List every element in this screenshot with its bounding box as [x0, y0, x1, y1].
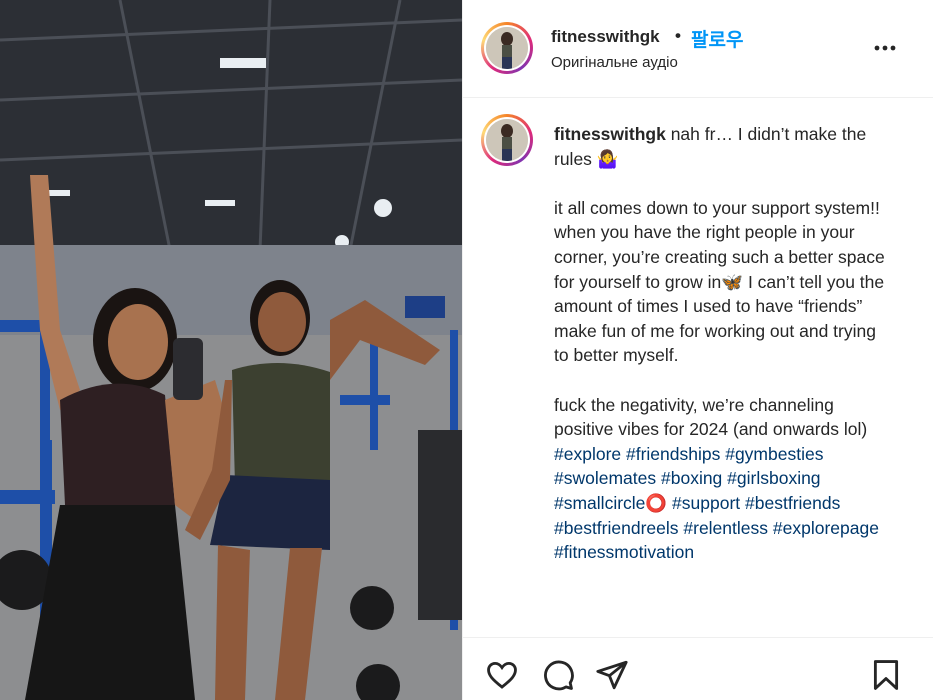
- action-bar: [463, 637, 933, 700]
- caption-username[interactable]: fitnesswithgk: [554, 124, 666, 144]
- post-panel: fitnesswithgk • 팔로우 Оригінальне аудіо fi: [462, 0, 933, 700]
- bookmark-icon[interactable]: [869, 658, 903, 692]
- caption-text: fitnesswithgk nah fr… I didn’t make the …: [554, 122, 894, 565]
- heart-icon[interactable]: [485, 658, 519, 692]
- author-username[interactable]: fitnesswithgk: [551, 27, 660, 47]
- audio-link[interactable]: Оригінальне аудіо: [551, 54, 678, 71]
- caption-avatar[interactable]: [481, 114, 533, 166]
- header-separator: •: [675, 26, 681, 45]
- post-media[interactable]: [0, 0, 462, 700]
- author-avatar[interactable]: [481, 22, 533, 74]
- share-icon[interactable]: [595, 658, 629, 692]
- avatar-photo: [486, 27, 528, 69]
- comment-icon[interactable]: [541, 658, 575, 692]
- more-options-icon[interactable]: [871, 36, 899, 60]
- avatar-photo: [486, 119, 528, 161]
- post-header: fitnesswithgk • 팔로우 Оригінальне аудіо: [463, 0, 933, 98]
- caption-hashtags[interactable]: #explore #friendships #gymbesties #swole…: [554, 442, 894, 565]
- caption-section: fitnesswithgk nah fr… I didn’t make the …: [463, 98, 933, 636]
- gym-photo: [0, 0, 462, 700]
- caption-body: nah fr… I didn’t make the rules 🤷‍♀️ it …: [554, 124, 885, 440]
- follow-button[interactable]: 팔로우: [691, 25, 743, 52]
